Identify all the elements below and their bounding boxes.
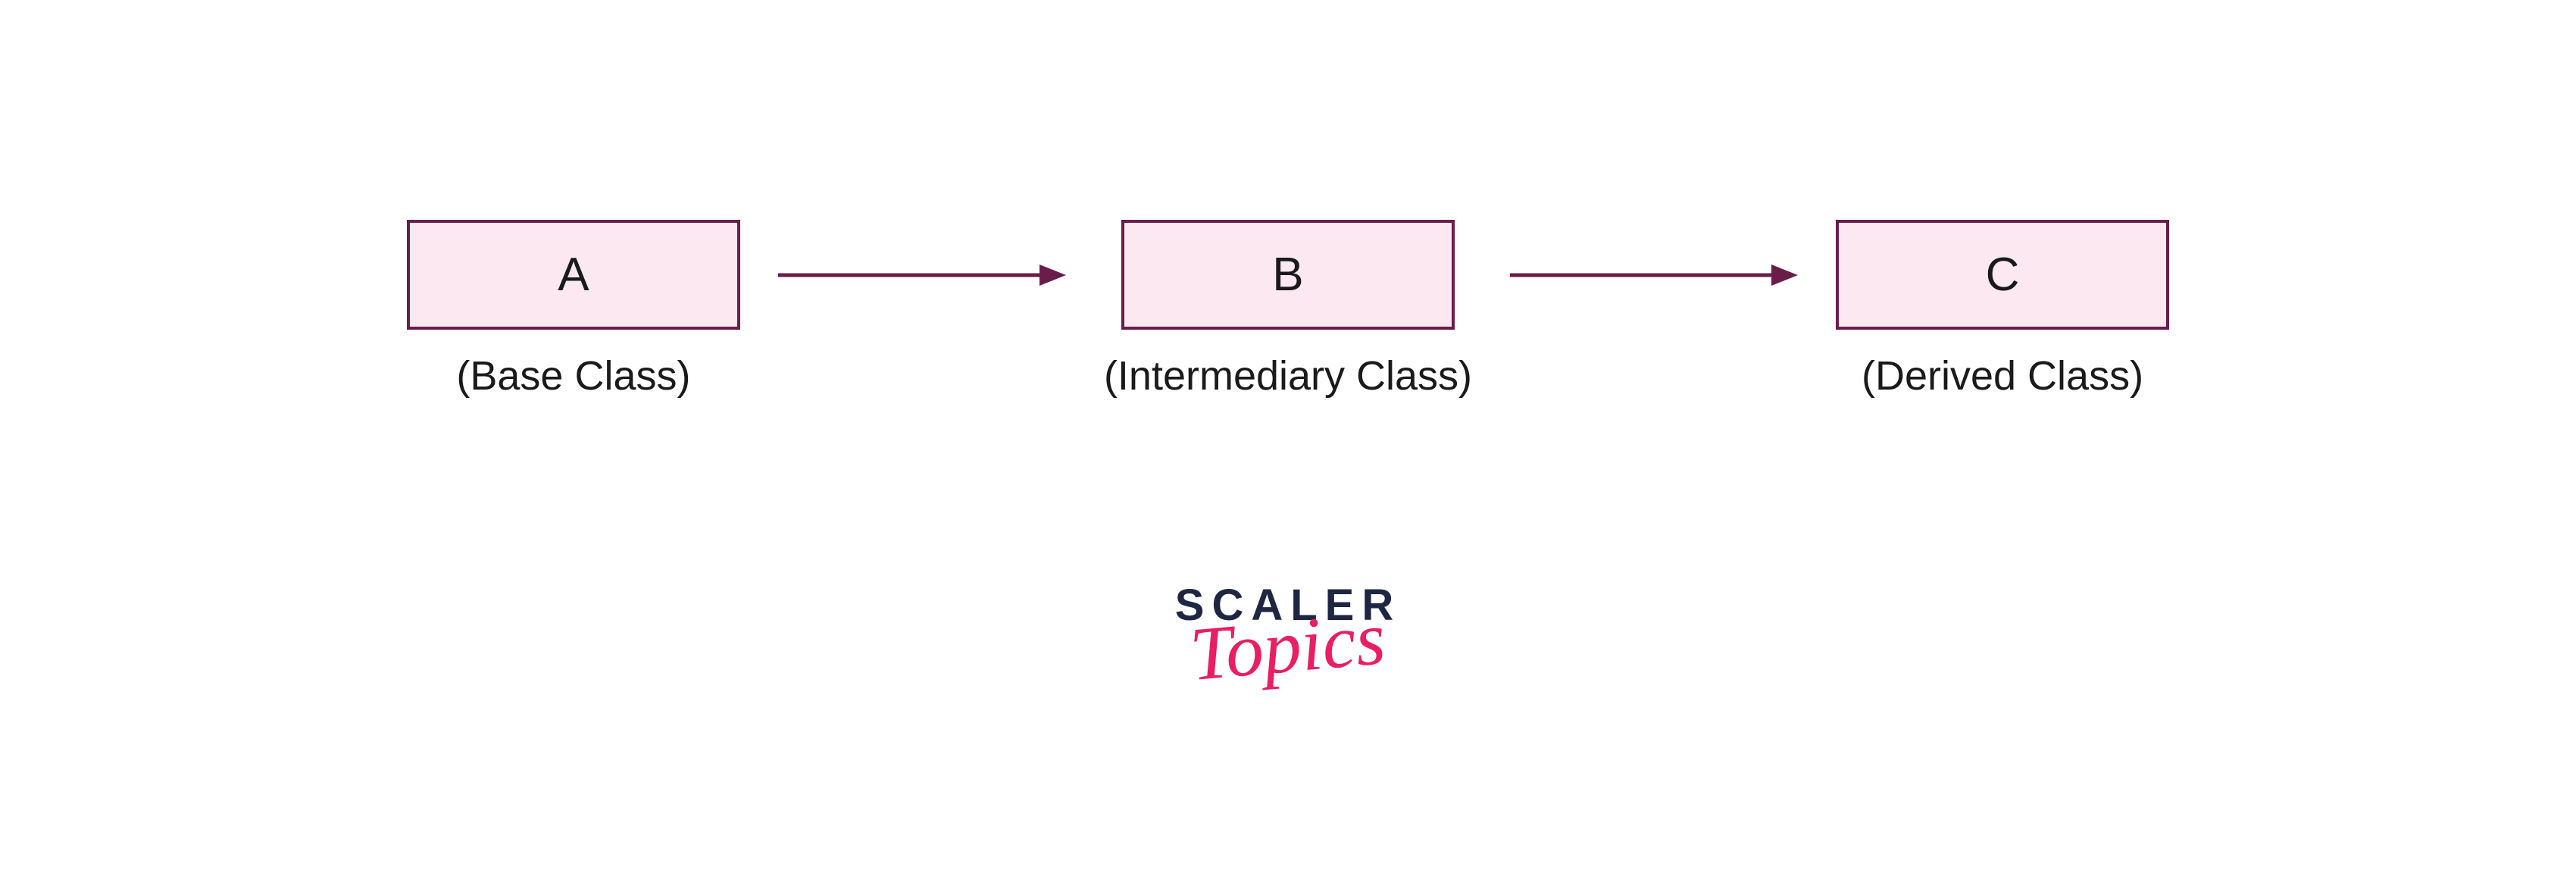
logo-line2: Topics xyxy=(1189,612,1388,681)
arrow-icon xyxy=(778,260,1066,290)
class-box-c: C xyxy=(1836,220,2169,330)
inheritance-diagram: A (Base Class) B (Intermediary Class) C … xyxy=(0,220,2576,399)
class-node-a: A (Base Class) xyxy=(407,220,740,399)
class-box-a: A xyxy=(407,220,740,330)
class-label-c: (Derived Class) xyxy=(1862,352,2143,399)
class-label-b: (Intermediary Class) xyxy=(1104,352,1472,399)
class-node-c: C (Derived Class) xyxy=(1836,220,2169,399)
class-letter: B xyxy=(1272,248,1303,302)
class-letter: C xyxy=(1986,248,2020,302)
class-label-a: (Base Class) xyxy=(456,352,690,399)
class-node-b: B (Intermediary Class) xyxy=(1104,220,1472,399)
arrow-a-to-b xyxy=(740,220,1104,330)
class-box-b: B xyxy=(1121,220,1455,330)
arrow-icon xyxy=(1510,260,1798,290)
class-letter: A xyxy=(558,248,589,302)
arrow-b-to-c xyxy=(1472,220,1836,330)
scaler-topics-logo: SCALER Topics xyxy=(1175,584,1401,675)
